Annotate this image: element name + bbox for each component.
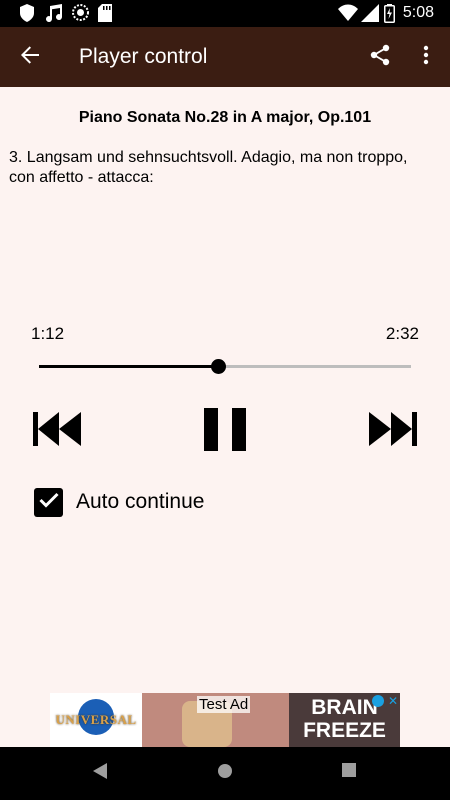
auto-continue-label: Auto continue [76,490,205,513]
signal-icon [361,4,379,27]
status-bar: 5:08 [0,0,450,27]
page-title: Player control [79,45,208,68]
next-track-button[interactable] [369,412,417,446]
status-clock: 5:08 [402,4,434,21]
sd-card-icon [98,4,112,27]
more-options-button[interactable] [406,37,446,77]
wifi-icon [338,4,358,27]
ad-info-icon[interactable] [372,695,384,707]
player-panel: Piano Sonata No.28 in A major, Op.101 3.… [0,87,450,693]
seek-bar[interactable] [39,355,411,379]
nav-home-button[interactable] [217,763,233,784]
more-vert-icon [423,45,429,70]
track-title: Piano Sonata No.28 in A major, Op.101 [78,109,372,126]
auto-continue-checkbox[interactable]: Auto continue [34,486,204,518]
share-button[interactable] [360,37,400,77]
shield-icon [20,4,34,27]
back-arrow-icon [20,45,40,70]
app-bar: Player control [0,27,450,87]
previous-track-button[interactable] [33,412,81,446]
nav-recents-button[interactable] [342,763,356,782]
ad-close-icon[interactable]: ✕ [388,694,398,708]
skip-previous-icon [33,412,81,450]
nav-back-icon [93,763,107,783]
ad-banner[interactable]: UNIVERSAL Test Ad BRAIN FREEZE ✕ [50,693,400,747]
elapsed-time: 1:12 [31,324,65,343]
back-button[interactable] [10,37,50,77]
total-duration: 2:32 [385,324,419,343]
nav-back-button[interactable] [93,763,107,784]
battery-charging-icon [384,4,395,28]
seek-progress [39,365,218,368]
movement-title: 3. Langsam und sehnsuchtsvoll. Adagio, m… [9,149,408,186]
nav-home-icon [217,764,233,783]
music-note-icon [45,4,63,27]
pause-icon [204,408,246,455]
ad-logo: UNIVERSAL [50,693,142,747]
skip-next-icon [369,412,417,450]
pause-button[interactable] [204,408,246,451]
navigation-bar [0,747,450,800]
sync-icon [72,4,89,26]
ad-label: Test Ad [197,696,251,713]
seek-thumb[interactable] [210,359,226,374]
share-icon [369,44,391,71]
check-icon [38,492,59,513]
nav-recents-icon [342,763,356,781]
checkbox-box[interactable] [34,487,63,517]
